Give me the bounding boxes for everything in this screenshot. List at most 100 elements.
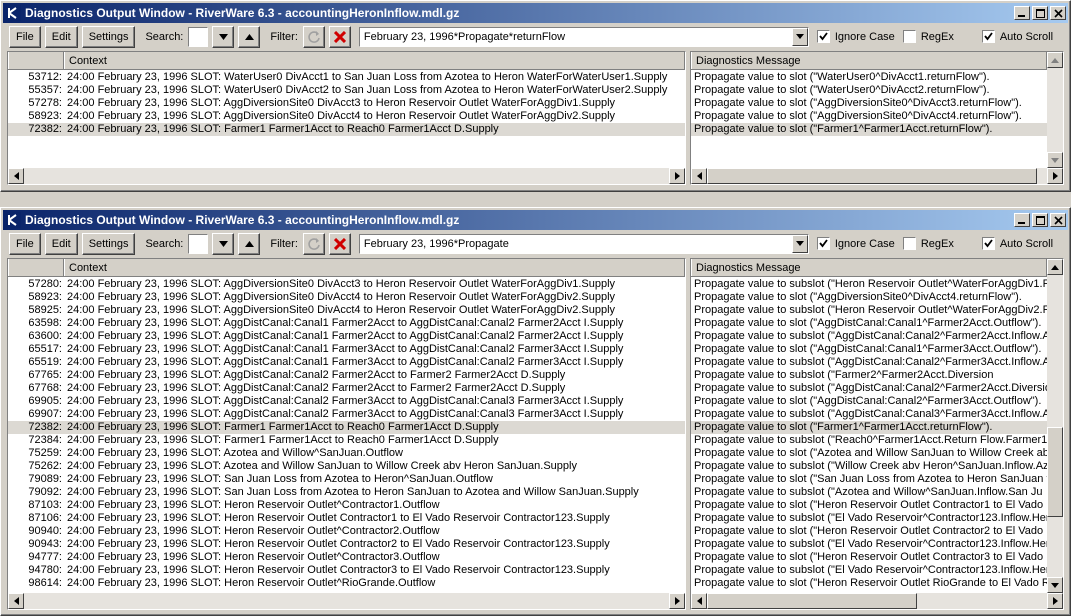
checkbox-box[interactable]: [816, 30, 830, 43]
context-header[interactable]: Context: [64, 52, 685, 69]
chevron-down-icon[interactable]: [791, 234, 808, 253]
title-bar[interactable]: Diagnostics Output Window - RiverWare 6.…: [3, 3, 1068, 23]
scroll-left-icon[interactable]: [8, 593, 24, 609]
maximize-button[interactable]: [1032, 6, 1048, 20]
context-row[interactable]: 57280: 24:00 February 23, 1996 SLOT: AggD…: [8, 278, 685, 291]
riverware-app-icon[interactable]: [5, 5, 21, 21]
message-row[interactable]: Propagate value to subslot ("AggDistCana…: [691, 408, 1050, 421]
scroll-thumb[interactable]: [1047, 427, 1063, 517]
horizontal-scrollbar[interactable]: [691, 593, 1063, 609]
context-row[interactable]: 87103: 24:00 February 23, 1996 SLOT: Hero…: [8, 499, 685, 512]
filter-combobox[interactable]: February 23, 1996*Propagate*returnFlow: [358, 26, 809, 47]
context-row[interactable]: 67765: 24:00 February 23, 1996 SLOT: AggD…: [8, 369, 685, 382]
message-row[interactable]: Propagate value to slot ("WaterUser0^Div…: [691, 84, 1047, 97]
ignore-case-checkbox[interactable]: Ignore Case: [816, 30, 895, 43]
search-input[interactable]: [188, 233, 209, 254]
message-row[interactable]: Propagate value to subslot ("El Vado Res…: [691, 564, 1050, 577]
scroll-down-icon[interactable]: [1047, 152, 1063, 168]
regex-checkbox[interactable]: RegEx: [902, 237, 954, 250]
context-row[interactable]: 87106: 24:00 February 23, 1996 SLOT: Hero…: [8, 512, 685, 525]
message-row[interactable]: Propagate value to subslot ("Azotea and …: [691, 486, 1047, 499]
context-row[interactable]: 94780: 24:00 February 23, 1996 SLOT: Hero…: [8, 564, 685, 577]
minimize-button[interactable]: [1014, 6, 1030, 20]
checkbox-box[interactable]: [981, 237, 995, 250]
scroll-left-icon[interactable]: [691, 168, 707, 184]
context-row[interactable]: 75262: 24:00 February 23, 1996 SLOT: Azot…: [8, 460, 685, 473]
horizontal-scrollbar[interactable]: [691, 168, 1063, 184]
filter-clear-button[interactable]: [328, 25, 351, 48]
filter-refresh-button[interactable]: [302, 25, 325, 48]
message-row[interactable]: Propagate value to slot ("Farmer1^Farmer…: [691, 421, 1047, 434]
scroll-up-icon[interactable]: [1047, 259, 1063, 275]
context-row[interactable]: 67768: 24:00 February 23, 1996 SLOT: AggD…: [8, 382, 685, 395]
context-row[interactable]: 79092: 24:00 February 23, 1996 SLOT: San …: [8, 486, 685, 499]
checkbox-box[interactable]: [902, 30, 916, 43]
context-row[interactable]: 90940: 24:00 February 23, 1996 SLOT: Hero…: [8, 525, 685, 538]
scroll-thumb[interactable]: [707, 168, 1037, 184]
message-row[interactable]: Propagate value to subslot ("Willow Cree…: [691, 460, 1049, 473]
horizontal-scrollbar[interactable]: [8, 593, 685, 609]
scroll-thumb[interactable]: [707, 593, 917, 609]
scroll-right-icon[interactable]: [669, 168, 685, 184]
filter-clear-button[interactable]: [328, 232, 351, 255]
context-row[interactable]: 63600: 24:00 February 23, 1996 SLOT: AggD…: [8, 330, 685, 343]
context-row[interactable]: 90943: 24:00 February 23, 1996 SLOT: Hero…: [8, 538, 685, 551]
filter-value[interactable]: February 23, 1996*Propagate*returnFlow: [360, 31, 792, 43]
message-row[interactable]: Propagate value to slot ("AggDistCanal:C…: [691, 395, 1047, 408]
context-row[interactable]: 69905: 24:00 February 23, 1996 SLOT: AggD…: [8, 395, 685, 408]
message-row[interactable]: Propagate value to slot ("Heron Reservoi…: [691, 577, 1056, 590]
file-menu-button[interactable]: File: [9, 232, 41, 255]
context-row[interactable]: 98614: 24:00 February 23, 1996 SLOT: Hero…: [8, 577, 685, 590]
context-row[interactable]: 55357: 24:00 February 23, 1996 SLOT: Wate…: [8, 84, 685, 97]
message-row[interactable]: Propagate value to subslot ("Farmer2^Far…: [691, 369, 1047, 382]
message-row[interactable]: Propagate value to subslot ("El Vado Res…: [691, 538, 1050, 551]
message-row[interactable]: Propagate value to subslot ("AggDistCana…: [691, 382, 1063, 395]
scroll-up-icon[interactable]: [1047, 52, 1063, 68]
context-row[interactable]: 53712: 24:00 February 23, 1996 SLOT: Wate…: [8, 71, 685, 84]
context-row[interactable]: 57278: 24:00 February 23, 1996 SLOT: AggD…: [8, 97, 685, 110]
vertical-scrollbar[interactable]: [1047, 52, 1063, 168]
chevron-down-icon[interactable]: [791, 27, 808, 46]
scroll-left-icon[interactable]: [8, 168, 24, 184]
context-row[interactable]: 79089: 24:00 February 23, 1996 SLOT: San …: [8, 473, 685, 486]
scroll-right-icon[interactable]: [1047, 168, 1063, 184]
message-row[interactable]: Propagate value to slot ("AggDiversionSi…: [691, 110, 1047, 123]
message-row[interactable]: Propagate value to slot ("San Juan Loss …: [691, 473, 1056, 486]
context-row[interactable]: 75259: 24:00 February 23, 1996 SLOT: Azot…: [8, 447, 685, 460]
message-row[interactable]: Propagate value to subslot ("El Vado Res…: [691, 512, 1050, 525]
context-row[interactable]: 58923: 24:00 February 23, 1996 SLOT: AggD…: [8, 110, 685, 123]
filter-value[interactable]: February 23, 1996*Propagate: [360, 238, 792, 250]
message-row[interactable]: Propagate value to slot ("AggDistCanal:C…: [691, 343, 1047, 356]
context-row[interactable]: 65517: 24:00 February 23, 1996 SLOT: AggD…: [8, 343, 685, 356]
context-row[interactable]: 72384: 24:00 February 23, 1996 SLOT: Farm…: [8, 434, 685, 447]
context-row[interactable]: 94777: 24:00 February 23, 1996 SLOT: Hero…: [8, 551, 685, 564]
message-row[interactable]: Propagate value to subslot ("Heron Reser…: [691, 304, 1051, 317]
context-row[interactable]: 65519: 24:00 February 23, 1996 SLOT: AggD…: [8, 356, 685, 369]
edit-menu-button[interactable]: Edit: [44, 25, 78, 48]
message-row[interactable]: Propagate value to slot ("Heron Reservoi…: [691, 525, 1054, 538]
minimize-button[interactable]: [1014, 213, 1030, 227]
message-header[interactable]: Diagnostics Message: [691, 259, 1047, 276]
context-row[interactable]: 69907: 24:00 February 23, 1996 SLOT: AggD…: [8, 408, 685, 421]
checkbox-box[interactable]: [981, 30, 995, 43]
line-number-header[interactable]: [8, 52, 64, 69]
search-down-button[interactable]: [212, 232, 235, 255]
riverware-app-icon[interactable]: [5, 212, 21, 228]
search-up-button[interactable]: [238, 25, 261, 48]
regex-checkbox[interactable]: RegEx: [902, 30, 954, 43]
message-row[interactable]: Propagate value to slot ("WaterUser0^Div…: [691, 71, 1047, 84]
scroll-right-icon[interactable]: [1047, 593, 1063, 609]
edit-menu-button[interactable]: Edit: [44, 232, 78, 255]
message-row[interactable]: Propagate value to slot ("AggDiversionSi…: [691, 291, 1047, 304]
context-row[interactable]: 72382: 24:00 February 23, 1996 SLOT: Farm…: [8, 123, 685, 136]
settings-menu-button[interactable]: Settings: [81, 232, 136, 255]
message-row[interactable]: Propagate value to slot ("Farmer1^Farmer…: [691, 123, 1047, 136]
close-button[interactable]: [1050, 6, 1066, 20]
vertical-scrollbar[interactable]: [1047, 259, 1063, 593]
context-row[interactable]: 58925: 24:00 February 23, 1996 SLOT: AggD…: [8, 304, 685, 317]
file-menu-button[interactable]: File: [9, 25, 41, 48]
auto-scroll-checkbox[interactable]: Auto Scroll: [981, 237, 1053, 250]
message-row[interactable]: Propagate value to slot ("Heron Reservoi…: [691, 499, 1054, 512]
horizontal-scrollbar[interactable]: [8, 168, 685, 184]
message-row[interactable]: Propagate value to subslot ("Reach0^Farm…: [691, 434, 1057, 447]
